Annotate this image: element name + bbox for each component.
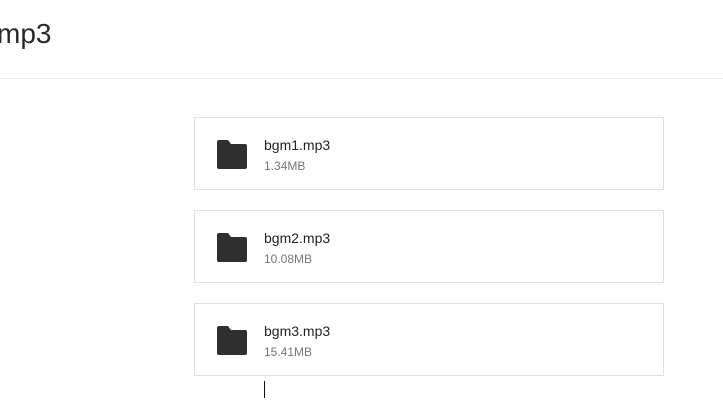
file-card-bgm2[interactable]: bgm2.mp3 10.08MB: [194, 210, 664, 283]
page-title: mp3: [0, 18, 52, 49]
file-list: bgm1.mp3 1.34MB bgm2.mp3 10.08MB bgm3.mp…: [194, 117, 664, 396]
file-name: bgm3.mp3: [264, 323, 331, 339]
file-card-bgm3[interactable]: bgm3.mp3 15.41MB: [194, 303, 664, 376]
file-card-bgm1[interactable]: bgm1.mp3 1.34MB: [194, 117, 664, 190]
folder-icon: [217, 326, 247, 355]
folder-icon: [217, 140, 247, 169]
page-header: mp3: [0, 0, 723, 79]
file-size: 15.41MB: [264, 345, 313, 359]
file-size: 10.08MB: [264, 252, 313, 266]
folder-icon: [217, 233, 247, 262]
file-name: bgm1.mp3: [264, 137, 331, 153]
file-size: 1.34MB: [264, 159, 306, 173]
file-name: bgm2.mp3: [264, 230, 331, 246]
text-cursor: [264, 381, 265, 398]
